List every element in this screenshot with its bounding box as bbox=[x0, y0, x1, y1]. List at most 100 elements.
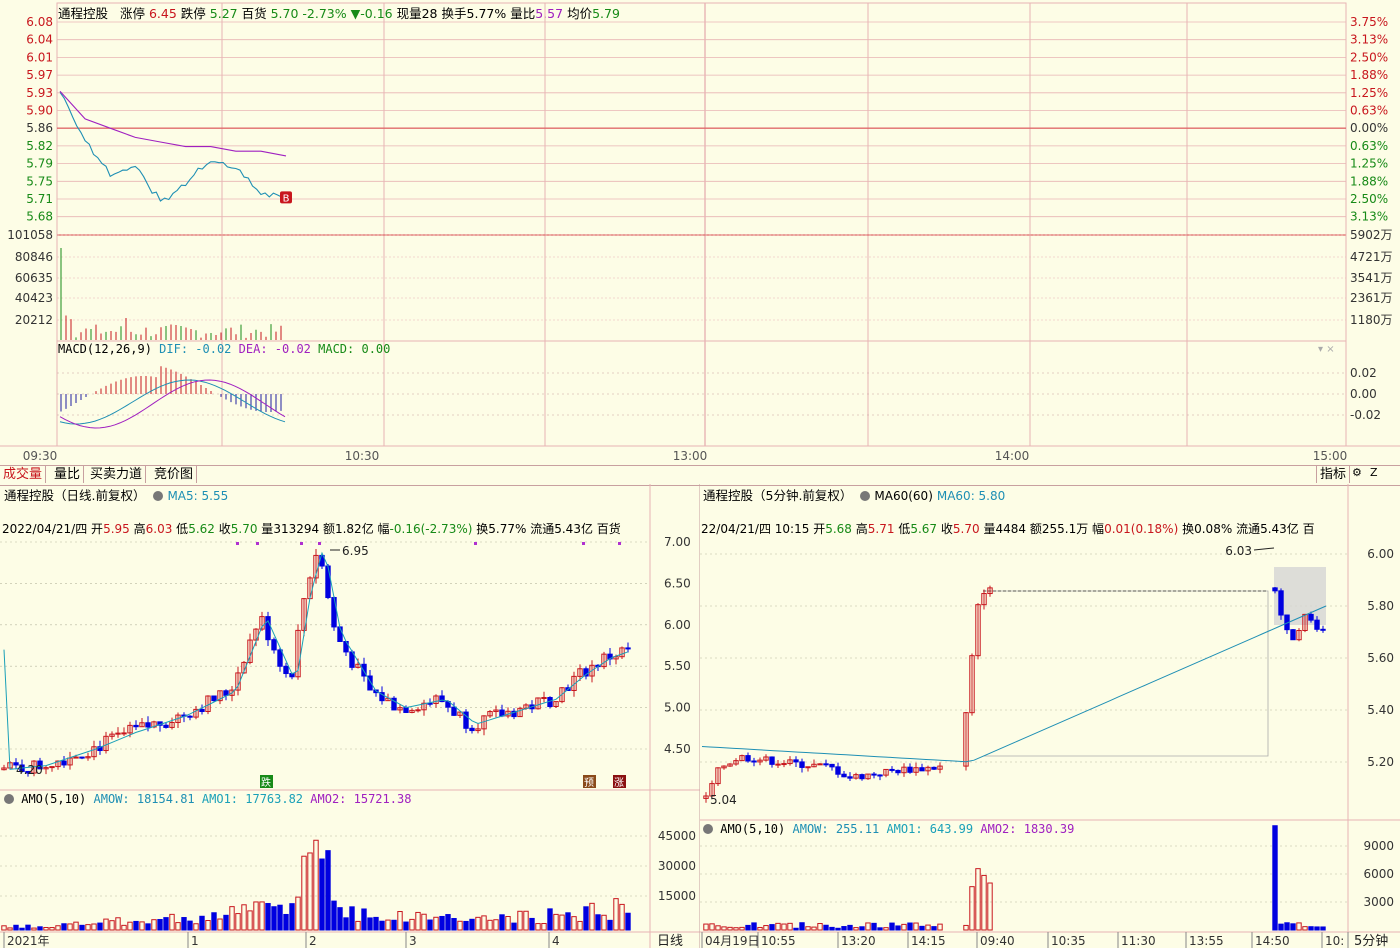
amo-bar bbox=[313, 839, 319, 931]
zoom-icon[interactable]: Z bbox=[1370, 466, 1378, 479]
tab-volume[interactable]: 成交量 bbox=[0, 466, 47, 483]
five-amo-bar bbox=[889, 922, 895, 931]
five-amo-bar bbox=[823, 924, 829, 931]
candle-body bbox=[133, 724, 139, 728]
candle-body bbox=[283, 665, 289, 675]
five-candle-body bbox=[871, 773, 877, 776]
amo-bar bbox=[397, 911, 403, 931]
five-price-tick: 5.40 bbox=[1367, 703, 1394, 717]
five-candle-body bbox=[1272, 587, 1278, 592]
right-pct-tick: 3.13% bbox=[1350, 210, 1388, 224]
amo-bar bbox=[589, 902, 595, 931]
amo-bar bbox=[127, 921, 133, 931]
five-amo-bar bbox=[787, 922, 793, 931]
macd-label: MACD(12,26,9) bbox=[58, 342, 152, 356]
amo-bar bbox=[583, 906, 589, 931]
candle-body bbox=[61, 760, 67, 766]
amo-toggle-icon-2[interactable] bbox=[703, 824, 713, 834]
five-amo-bar bbox=[811, 926, 817, 931]
amo-bar bbox=[187, 920, 193, 931]
left-price-tick: 5.68 bbox=[26, 210, 53, 224]
five-price-tick: 6.00 bbox=[1367, 547, 1394, 561]
five-x-tick: 10:35 bbox=[1051, 934, 1086, 948]
amo-bar bbox=[223, 914, 229, 931]
tab-auction[interactable]: 竞价图 bbox=[151, 466, 198, 483]
signal-dot bbox=[582, 542, 585, 545]
amo-bar bbox=[607, 919, 613, 931]
amo-bar bbox=[349, 906, 355, 931]
fivemin-amo1: AMO1: 643.99 bbox=[886, 822, 974, 836]
vol-left-tick: 40423 bbox=[15, 291, 53, 305]
amo-bar bbox=[553, 913, 559, 931]
five-amo-bar bbox=[841, 926, 847, 931]
amo-bar bbox=[403, 921, 409, 931]
five-amo-bar bbox=[1314, 926, 1320, 931]
vol-right-tick: 5902万 bbox=[1350, 228, 1393, 242]
amo-bar bbox=[259, 901, 265, 931]
five-amo-bar bbox=[1296, 922, 1302, 931]
five-x-tick: 14:50 bbox=[1255, 934, 1290, 948]
five-period-label: 5分钟 bbox=[1354, 933, 1388, 948]
five-amo-bar bbox=[751, 922, 757, 931]
amo-bar bbox=[559, 914, 565, 931]
left-price-tick: 5.75 bbox=[26, 174, 53, 188]
amo-bar bbox=[283, 913, 289, 931]
fivemin-amo-header: AMO(5,10) AMOW: 255.11 AMO1: 643.99 AMO2… bbox=[703, 822, 1074, 836]
amo-bar bbox=[289, 903, 295, 931]
candle-body bbox=[499, 709, 505, 717]
left-price-tick: 6.01 bbox=[26, 50, 53, 64]
vol-left-tick: 20212 bbox=[15, 313, 53, 327]
right-pct-tick: 3.75% bbox=[1350, 15, 1388, 29]
five-candle-body bbox=[931, 766, 937, 770]
five-amo-bar bbox=[1308, 926, 1314, 931]
amo-bar bbox=[511, 922, 517, 931]
amo-bar bbox=[19, 927, 25, 931]
five-candle-body bbox=[847, 776, 853, 779]
indicator-button[interactable]: 指标 bbox=[1316, 466, 1351, 483]
candle-body bbox=[271, 639, 277, 651]
five-price-tick: 5.80 bbox=[1367, 599, 1394, 613]
intraday-lines: B bbox=[59, 90, 292, 204]
gear-icon[interactable]: ⚙ bbox=[1352, 466, 1362, 479]
five-candle-body bbox=[805, 766, 811, 769]
five-amo-bar bbox=[769, 924, 775, 931]
amo-bar bbox=[541, 923, 547, 931]
signal-dot bbox=[618, 542, 621, 545]
amo-toggle-icon[interactable] bbox=[4, 794, 14, 804]
five-high-mark: 6.03 bbox=[1225, 544, 1252, 558]
candle-body bbox=[265, 616, 271, 641]
five-amo-bar bbox=[1290, 923, 1296, 931]
amo-bar bbox=[529, 917, 535, 931]
macd-collapse-icon[interactable]: ▾ × bbox=[1318, 344, 1335, 355]
time-tick: 09:30 bbox=[23, 449, 58, 463]
daily-period-label: 日线 bbox=[657, 934, 683, 948]
signal-dot bbox=[474, 542, 477, 545]
amo-bar bbox=[307, 852, 313, 931]
tab-volume-ratio[interactable]: 量比 bbox=[51, 466, 85, 483]
five-amo-bar bbox=[847, 924, 853, 931]
fivemin-amo-bars bbox=[703, 825, 1326, 931]
daily-amo2: AMO2: 15721.38 bbox=[310, 792, 412, 806]
five-amo-bar bbox=[859, 926, 865, 931]
daily-price-tick: 6.00 bbox=[664, 618, 691, 632]
time-tick: 15:00 bbox=[1313, 449, 1348, 463]
amo-bar bbox=[241, 904, 247, 931]
amo-bar bbox=[265, 903, 271, 931]
amo-bar bbox=[1, 925, 7, 931]
five-amo-bar bbox=[799, 922, 805, 931]
five-amo-bar bbox=[739, 926, 745, 931]
five-candle-body bbox=[799, 761, 805, 768]
vol-left-tick: 60635 bbox=[15, 271, 53, 285]
candle-body bbox=[403, 707, 409, 713]
tab-buy-sell-force[interactable]: 买卖力道 bbox=[87, 466, 147, 483]
amo-bar bbox=[343, 917, 349, 931]
dea-value: DEA: -0.02 bbox=[238, 342, 311, 356]
five-candle-body bbox=[1278, 590, 1284, 616]
right-pct-tick: 0.63% bbox=[1350, 104, 1388, 118]
amo-bar bbox=[139, 921, 145, 931]
daily-price-tick: 7.00 bbox=[664, 535, 691, 549]
five-x-tick: 13:20 bbox=[841, 934, 876, 948]
amo-bar bbox=[571, 916, 577, 931]
vol-left-tick: 101058 bbox=[7, 228, 53, 242]
five-amo-bar bbox=[829, 926, 835, 931]
